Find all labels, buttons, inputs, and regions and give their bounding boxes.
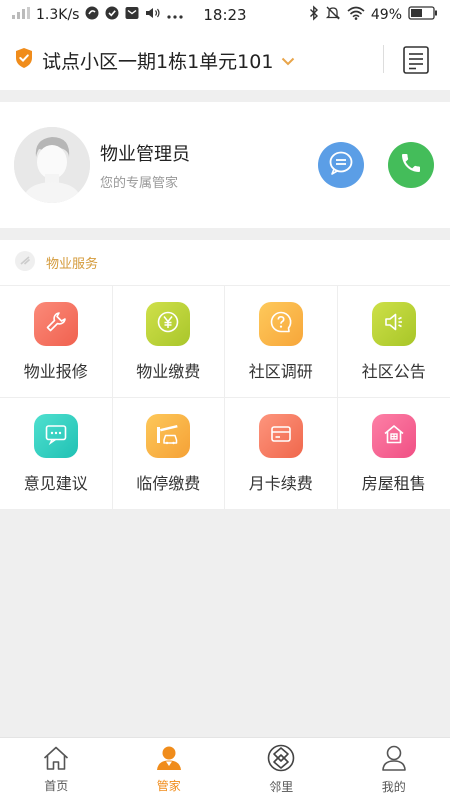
service-repair-tile — [33, 301, 78, 346]
wifi-icon — [347, 6, 365, 24]
header-divider — [383, 45, 384, 73]
services-title: 物业服务 — [46, 257, 99, 272]
section-gap — [0, 228, 450, 240]
tab-label: 邻里 — [269, 779, 294, 794]
community-selector[interactable]: 试点小区一期1栋1单元101 — [14, 47, 295, 74]
chat-bubble-icon — [328, 150, 354, 180]
question-icon — [269, 310, 293, 338]
manager-name: 物业管理员 — [100, 143, 190, 165]
yen-icon — [156, 310, 180, 338]
home-icon — [42, 745, 70, 774]
service-label: 社区公告 — [361, 361, 426, 381]
user-icon — [380, 744, 408, 775]
status-left: 1.3K/s — [12, 6, 184, 24]
service-fee[interactable]: 物业缴费 — [112, 286, 225, 398]
message-icon — [44, 422, 68, 450]
service-label: 月卡续费 — [248, 473, 313, 493]
chevron-down-icon — [281, 49, 295, 71]
status-bar: 1.3K/s 18:23 49% — [0, 0, 450, 30]
battery-icon — [408, 6, 438, 24]
service-label: 物业缴费 — [136, 361, 201, 381]
shield-check-icon — [14, 47, 34, 74]
tab-label: 管家 — [156, 778, 181, 793]
service-survey-tile — [258, 301, 303, 346]
avatar — [14, 127, 90, 203]
parking-icon — [155, 422, 181, 450]
service-label: 房屋租售 — [361, 473, 426, 493]
status-right: 49% — [309, 5, 438, 25]
community-name: 试点小区一期1栋1单元101 — [42, 50, 274, 73]
service-monthly-card-tile — [258, 413, 303, 458]
service-label: 意见建议 — [23, 473, 88, 493]
tab-neighbors[interactable]: 邻里 — [225, 738, 338, 800]
tab-label: 首页 — [44, 778, 69, 793]
service-announcement-tile — [371, 301, 416, 346]
service-monthly-card[interactable]: 月卡续费 — [225, 398, 338, 510]
bluetooth-icon — [309, 5, 319, 25]
tab-home[interactable]: 首页 — [0, 738, 113, 800]
butler-icon — [155, 745, 183, 774]
document-list-icon[interactable] — [402, 46, 430, 78]
neighbors-icon — [267, 744, 295, 775]
house-icon — [382, 422, 406, 450]
service-parking-tile — [146, 413, 191, 458]
service-housing[interactable]: 房屋租售 — [337, 398, 450, 510]
service-housing-tile — [371, 413, 416, 458]
network-speed: 1.3K/s — [36, 7, 80, 23]
manager-card[interactable]: 物业管理员 您的专属管家 — [0, 102, 450, 228]
tab-label: 我的 — [381, 779, 406, 794]
service-label: 临停缴费 — [136, 473, 201, 493]
chat-button[interactable] — [318, 142, 364, 188]
services-grid: 物业报修 物业缴费 社区调研 社区公告 意见建议 临停缴费 月卡续费 房屋租售 — [0, 286, 450, 510]
section-gap — [0, 90, 450, 102]
services-badge-icon — [14, 250, 36, 276]
volume-notification-icon — [145, 6, 161, 24]
services-section: 物业服务 物业报修 物业缴费 社区调研 社区公告 意见建议 临停缴费 月卡续费 … — [0, 240, 450, 510]
service-feedback[interactable]: 意见建议 — [0, 398, 113, 510]
service-parking[interactable]: 临停缴费 — [112, 398, 225, 510]
top-bar: 试点小区一期1栋1单元101 — [0, 30, 450, 90]
call-button[interactable] — [388, 142, 434, 188]
check-notification-icon — [105, 6, 119, 24]
service-survey[interactable]: 社区调研 — [225, 286, 338, 398]
battery-percent: 49% — [370, 7, 402, 23]
service-repair[interactable]: 物业报修 — [0, 286, 113, 398]
tab-butler[interactable]: 管家 — [113, 738, 226, 800]
phone-icon — [399, 151, 423, 179]
manager-subtitle: 您的专属管家 — [100, 175, 179, 191]
card-icon — [269, 422, 293, 450]
app-notification-icon — [85, 6, 99, 24]
signal-icon — [12, 7, 30, 23]
wrench-icon — [44, 310, 68, 338]
speaker-icon — [382, 310, 406, 338]
service-fee-tile — [146, 301, 191, 346]
service-announcement[interactable]: 社区公告 — [337, 286, 450, 398]
bottom-tab-bar: 首页 管家 邻里 我的 — [0, 737, 450, 800]
mute-bell-icon — [325, 5, 341, 25]
services-header: 物业服务 — [0, 240, 450, 286]
mail-notification-icon — [125, 6, 139, 24]
service-label: 物业报修 — [23, 361, 88, 381]
service-label: 社区调研 — [248, 361, 313, 381]
manager-info: 物业管理员 您的专属管家 — [100, 140, 190, 191]
service-feedback-tile — [33, 413, 78, 458]
tab-mine[interactable]: 我的 — [338, 738, 450, 800]
more-notifications-icon — [167, 7, 184, 23]
